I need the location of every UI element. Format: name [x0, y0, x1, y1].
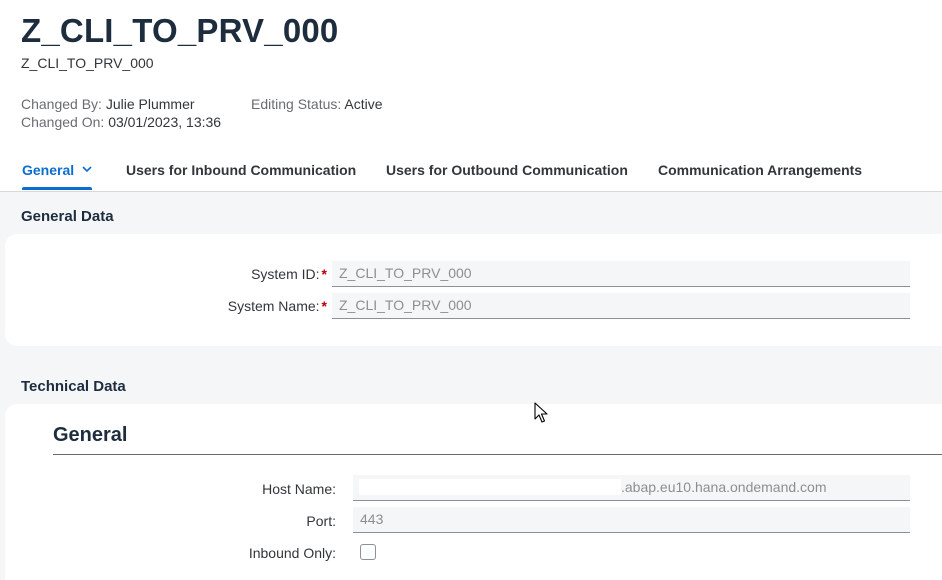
tab-communication-arrangements[interactable]: Communication Arrangements — [658, 148, 862, 192]
page: Z_CLI_TO_PRV_000 Z_CLI_TO_PRV_000 Change… — [0, 0, 942, 580]
changed-on-value: 03/01/2023, 13:36 — [108, 114, 222, 130]
subsection-divider — [53, 454, 942, 455]
host-name-label: Host Name: — [262, 481, 336, 497]
object-header: Z_CLI_TO_PRV_000 Z_CLI_TO_PRV_000 Change… — [0, 0, 942, 148]
system-id-label: System ID: * — [251, 266, 327, 282]
editing-status-label: Editing Status: — [251, 96, 342, 112]
inbound-only-checkbox[interactable] — [360, 544, 376, 560]
page-title: Z_CLI_TO_PRV_000 — [21, 12, 339, 49]
required-marker: * — [321, 266, 327, 282]
tab-general[interactable]: General — [22, 148, 93, 192]
changed-by-label: Changed By: — [21, 96, 102, 112]
changed-by-attribute: Changed By: Julie Plummer — [21, 96, 195, 112]
system-id-label-text: System ID: — [251, 266, 320, 282]
general-subsection-title: General — [53, 424, 128, 446]
general-data-title: General Data — [21, 208, 114, 225]
tab-users-outbound[interactable]: Users for Outbound Communication — [386, 148, 628, 192]
editing-status-attribute: Editing Status: Active — [251, 96, 383, 112]
tab-label: General — [22, 162, 75, 178]
technical-data-card: General Host Name: .abap.eu10.hana.ondem… — [5, 404, 942, 580]
tab-users-inbound[interactable]: Users for Inbound Communication — [126, 148, 356, 192]
port-field[interactable]: 443 — [353, 507, 910, 533]
system-id-field[interactable]: Z_CLI_TO_PRV_000 — [332, 261, 910, 287]
system-name-label: System Name: * — [228, 298, 327, 314]
page-subtitle: Z_CLI_TO_PRV_000 — [21, 55, 154, 71]
chevron-down-icon[interactable] — [82, 148, 92, 192]
inbound-only-label: Inbound Only: — [248, 545, 336, 561]
changed-on-label: Changed On: — [21, 114, 105, 130]
general-data-card: System ID: * Z_CLI_TO_PRV_000 System Name… — [5, 234, 942, 346]
system-name-field[interactable]: Z_CLI_TO_PRV_000 — [332, 293, 910, 319]
port-label: Port: — [306, 513, 336, 529]
system-name-label-text: System Name: — [227, 298, 320, 314]
editing-status-value: Active — [344, 96, 383, 112]
changed-by-value: Julie Plummer — [105, 96, 195, 112]
mouse-pointer-icon — [534, 402, 548, 423]
technical-data-title: Technical Data — [21, 378, 126, 395]
host-name-field[interactable]: .abap.eu10.hana.ondemand.com — [353, 475, 910, 501]
tab-bar: General Users for Inbound Communication … — [0, 148, 942, 192]
redacted-block — [359, 479, 621, 495]
changed-on-attribute: Changed On: 03/01/2023, 13:36 — [21, 114, 221, 130]
required-marker: * — [321, 298, 327, 314]
host-name-value: .abap.eu10.hana.ondemand.com — [621, 479, 827, 495]
